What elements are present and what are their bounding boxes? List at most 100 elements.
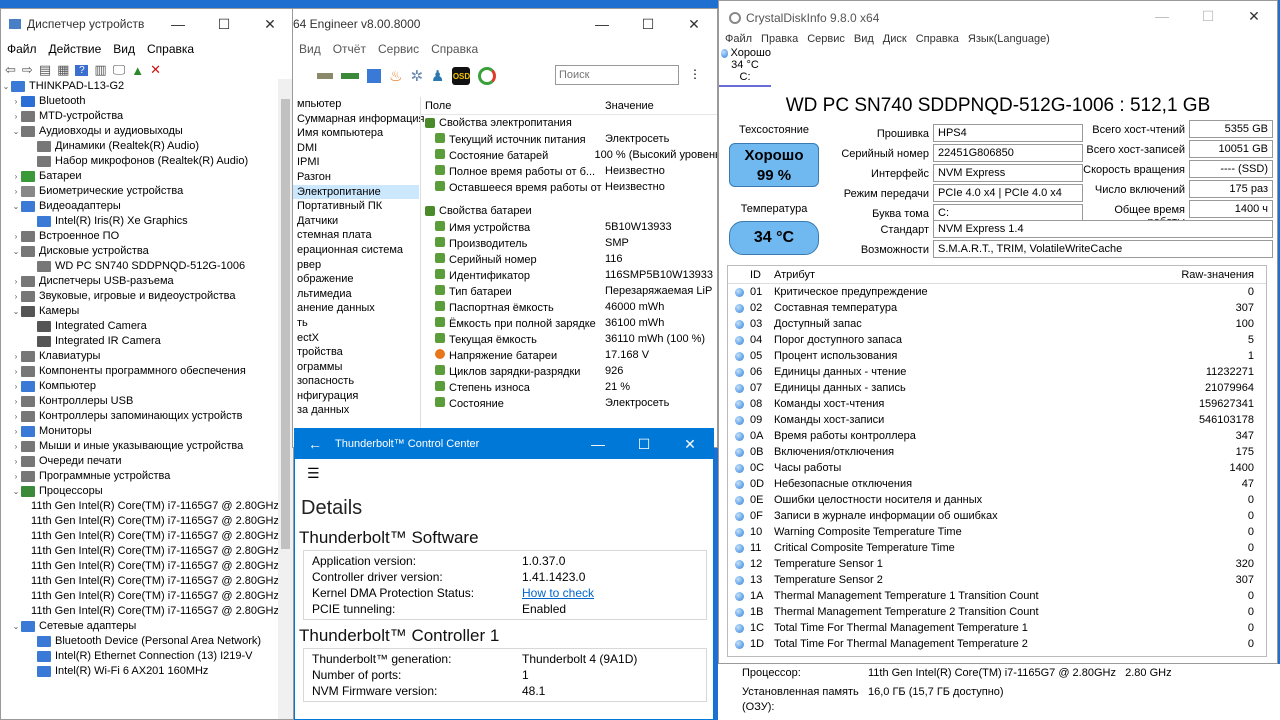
aida-maximize-button[interactable]: ☐ bbox=[625, 9, 671, 39]
property-row[interactable]: Состояние Электросеть bbox=[421, 395, 717, 411]
sidebar-item[interactable]: рвер bbox=[293, 258, 419, 273]
attribute-row[interactable]: 01 Критическое предупреждение 0 bbox=[728, 284, 1266, 300]
property-row[interactable]: Имя устройства 5B10W13933 bbox=[421, 219, 717, 235]
attribute-row[interactable]: 1D Total Time For Thermal Management Temp… bbox=[728, 636, 1266, 652]
expand-icon[interactable]: › bbox=[11, 274, 21, 289]
tree-root[interactable]: ⌄ THINKPAD-L13-G2 bbox=[1, 79, 279, 94]
sidebar-item[interactable]: Разгон bbox=[293, 170, 419, 185]
expand-icon[interactable]: › bbox=[11, 229, 21, 244]
tree-category[interactable]: › Звуковые, игровые и видеоустройства bbox=[1, 289, 279, 304]
property-row[interactable]: Ёмкость при полной зарядке 36100 mWh bbox=[421, 315, 717, 331]
property-row[interactable]: Оставшееся время работы от ... Неизвестно bbox=[421, 179, 717, 195]
cdi-titlebar[interactable]: CrystalDiskInfo 9.8.0 x64 — ☐ ✕ bbox=[719, 1, 1277, 35]
expand-icon[interactable]: › bbox=[11, 439, 21, 454]
sidebar-item[interactable]: анение данных bbox=[293, 301, 419, 316]
sidebar-item[interactable]: DMI bbox=[293, 141, 419, 156]
tree-category[interactable]: › Компьютер bbox=[1, 379, 279, 394]
property-row[interactable]: Тип батареи Перезаряжаемая LiP bbox=[421, 283, 717, 299]
tree-device[interactable]: 11th Gen Intel(R) Core(TM) i7-1165G7 @ 2… bbox=[1, 559, 279, 574]
attribute-row[interactable]: 0A Время работы контроллера 347 bbox=[728, 428, 1266, 444]
back-icon[interactable]: ⇦ bbox=[5, 62, 16, 78]
list-icon[interactable]: ▦ bbox=[57, 62, 69, 78]
tree-device[interactable]: 11th Gen Intel(R) Core(TM) i7-1165G7 @ 2… bbox=[1, 529, 279, 544]
menu-item[interactable]: Отчёт bbox=[333, 42, 366, 56]
hamburger-menu-icon[interactable]: ☰ bbox=[295, 459, 713, 489]
tree-category[interactable]: ⌄ Камеры bbox=[1, 304, 279, 319]
tb-close-button[interactable]: ✕ bbox=[667, 429, 713, 459]
menu-item[interactable]: Справка bbox=[431, 42, 478, 56]
tree-device[interactable]: Динамики (Realtek(R) Audio) bbox=[1, 139, 279, 154]
menu-item[interactable]: Файл bbox=[7, 42, 37, 56]
attribute-row[interactable]: 02 Составная температура 307 bbox=[728, 300, 1266, 316]
property-row[interactable]: Серийный номер 116 bbox=[421, 251, 717, 267]
property-row[interactable]: Производитель SMP bbox=[421, 235, 717, 251]
how-to-check-link[interactable]: How to check bbox=[522, 585, 594, 601]
tree-category[interactable]: › Программные устройства bbox=[1, 469, 279, 484]
cdi-minimize-button[interactable]: — bbox=[1139, 1, 1185, 31]
help-icon[interactable]: ? bbox=[75, 64, 89, 76]
sidebar-item[interactable]: льтимедиа bbox=[293, 287, 419, 302]
tree-category[interactable]: ⌄ Видеоадаптеры bbox=[1, 199, 279, 214]
tree-device[interactable]: 11th Gen Intel(R) Core(TM) i7-1165G7 @ 2… bbox=[1, 514, 279, 529]
tree-device[interactable]: 11th Gen Intel(R) Core(TM) i7-1165G7 @ 2… bbox=[1, 604, 279, 619]
expand-icon[interactable]: › bbox=[11, 184, 21, 199]
aida64-titlebar[interactable]: 64 Engineer v8.00.8000 — ☐ ✕ bbox=[293, 9, 717, 39]
attribute-row[interactable]: 06 Единицы данных - чтение 11232271 bbox=[728, 364, 1266, 380]
sidebar-item[interactable]: Портативный ПК bbox=[293, 199, 419, 214]
tree-category[interactable]: › Биометрические устройства bbox=[1, 184, 279, 199]
tree-category[interactable]: › Мыши и иные указывающие устройства bbox=[1, 439, 279, 454]
tree-category[interactable]: › Мониторы bbox=[1, 424, 279, 439]
expand-icon[interactable]: › bbox=[11, 424, 21, 439]
tree-device[interactable]: Integrated Camera bbox=[1, 319, 279, 334]
sidebar-item[interactable]: нфигурация bbox=[293, 389, 419, 404]
expand-icon[interactable]: › bbox=[11, 94, 21, 109]
tree-scrollbar[interactable] bbox=[278, 79, 293, 719]
expand-icon[interactable]: › bbox=[11, 289, 21, 304]
column-field[interactable]: Поле bbox=[421, 100, 605, 112]
expand-icon[interactable]: ⌄ bbox=[11, 304, 21, 319]
sidebar-item[interactable]: зопасность bbox=[293, 374, 419, 389]
tree-category[interactable]: › Батареи bbox=[1, 169, 279, 184]
property-row[interactable]: Текущая ёмкость 36110 mWh (100 %) bbox=[421, 331, 717, 347]
expand-icon[interactable]: › bbox=[11, 379, 21, 394]
sidebar-item[interactable]: Датчики bbox=[293, 214, 419, 229]
tree-category[interactable]: › Очереди печати bbox=[1, 454, 279, 469]
attribute-row[interactable]: 1C Total Time For Thermal Management Temp… bbox=[728, 620, 1266, 636]
tree-category[interactable]: › Диспетчеры USB-разъема bbox=[1, 274, 279, 289]
expand-icon[interactable]: ⌄ bbox=[11, 619, 21, 634]
properties-icon[interactable]: ▤ bbox=[39, 62, 51, 78]
drive-tab[interactable]: Хорошо 34 °C C: bbox=[719, 47, 771, 87]
attribute-row[interactable]: 1B Thermal Management Temperature 2 Trans… bbox=[728, 604, 1266, 620]
attribute-row[interactable]: 05 Процент использования 1 bbox=[728, 348, 1266, 364]
monitor-icon[interactable]: 🖵 bbox=[113, 62, 126, 78]
expand-icon[interactable]: › bbox=[11, 454, 21, 469]
sidebar-item[interactable]: стемная плата bbox=[293, 228, 419, 243]
gauge-icon[interactable] bbox=[478, 67, 497, 85]
expand-icon[interactable]: ⌄ bbox=[11, 124, 21, 139]
tree-category[interactable]: › Контроллеры USB bbox=[1, 394, 279, 409]
tree-device[interactable]: Intel(R) Wi-Fi 6 AX201 160MHz bbox=[1, 664, 279, 679]
menu-item[interactable]: Справка bbox=[147, 42, 194, 56]
sidebar-item[interactable]: Электропитание bbox=[293, 184, 419, 200]
property-row[interactable]: Паспортная ёмкость 46000 mWh bbox=[421, 299, 717, 315]
tree-category[interactable]: ⌄ Процессоры bbox=[1, 484, 279, 499]
user-icon[interactable]: ♟ bbox=[431, 67, 444, 85]
thunderbolt-titlebar[interactable]: ← Thunderbolt™ Control Center — ☐ ✕ bbox=[295, 429, 713, 459]
attribute-row[interactable]: 09 Команды хост-записи 546103178 bbox=[728, 412, 1266, 428]
tree-category[interactable]: › Клавиатуры bbox=[1, 349, 279, 364]
sidebar-item[interactable]: IPMI bbox=[293, 155, 419, 170]
attribute-row[interactable]: 0E Ошибки целостности носителя и данных 0 bbox=[728, 492, 1266, 508]
tree-category[interactable]: ⌄ Дисковые устройства bbox=[1, 244, 279, 259]
column-attribute[interactable]: Атрибут bbox=[774, 269, 1164, 281]
tree-device[interactable]: WD PC SN740 SDDPNQD-512G-1006 bbox=[1, 259, 279, 274]
menu-item[interactable]: Вид bbox=[299, 42, 321, 56]
maximize-button[interactable]: ☐ bbox=[201, 9, 247, 39]
sidebar-item[interactable]: Суммарная информация bbox=[293, 112, 424, 127]
close-button[interactable]: ✕ bbox=[247, 9, 293, 39]
sidebar-item[interactable]: Имя компьютера bbox=[293, 126, 419, 141]
tree-category[interactable]: › MTD-устройства bbox=[1, 109, 279, 124]
attribute-row[interactable]: 08 Команды хост-чтения 159627341 bbox=[728, 396, 1266, 412]
attribute-row[interactable]: 0D Небезопасные отключения 47 bbox=[728, 476, 1266, 492]
aida-minimize-button[interactable]: — bbox=[579, 9, 625, 39]
tree-device[interactable]: 11th Gen Intel(R) Core(TM) i7-1165G7 @ 2… bbox=[1, 499, 279, 514]
